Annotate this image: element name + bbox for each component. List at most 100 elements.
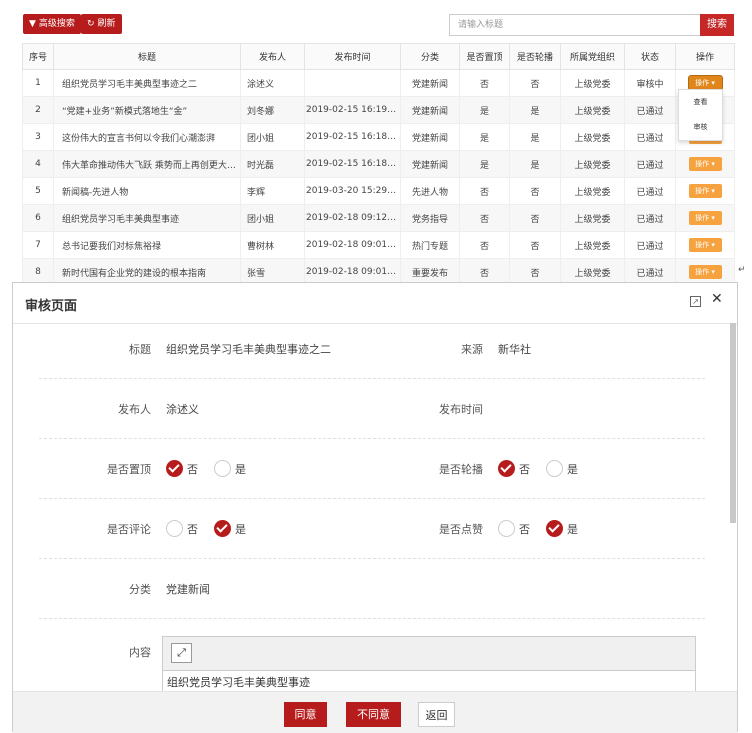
operation-button[interactable]: 操作 ▾ xyxy=(688,184,722,198)
carousel-yes-radio[interactable] xyxy=(546,460,563,477)
table-cell-org: 上级党委 xyxy=(560,231,625,259)
chevron-down-icon: ▾ xyxy=(709,214,715,222)
operation-button[interactable]: 操作 ▾ xyxy=(688,157,722,171)
table-cell-org: 上级党委 xyxy=(560,177,625,205)
search-button[interactable]: 搜索 xyxy=(700,14,734,36)
refresh-button[interactable]: ↻ 刷新 xyxy=(81,14,122,34)
publish-time-label: 发布时间 xyxy=(439,403,483,416)
table-cell-status: 审核中 xyxy=(624,69,676,97)
table-cell-publisher: 李辉 xyxy=(240,177,305,205)
agree-button[interactable]: 同意 xyxy=(284,702,327,727)
modal-footer: 同意 不同意 返回 xyxy=(13,691,737,733)
table-cell-top: 是 xyxy=(459,150,510,178)
like-label: 是否点赞 xyxy=(439,523,483,536)
table-row[interactable]: 3 这份伟大的宣言书何以令我们心潮澎湃 团小姐 2019-02-15 16:18:47… xyxy=(22,123,735,151)
table-cell-category: 党建新闻 xyxy=(400,123,460,151)
table-cell-time xyxy=(304,69,401,97)
menu-item-review[interactable]: 审核 xyxy=(679,115,722,140)
comment-no-radio[interactable] xyxy=(166,520,183,537)
table-cell-carousel: 是 xyxy=(509,123,561,151)
radio-label: 否 xyxy=(519,463,530,476)
menu-item-view[interactable]: 查看 xyxy=(679,90,722,115)
form-row-top-carousel: 是否置顶 否 是 是否轮播 否 是 xyxy=(39,438,705,499)
table-cell-publisher: 刘冬娜 xyxy=(240,96,305,124)
table-cell-carousel: 否 xyxy=(509,177,561,205)
top-yes-radio[interactable] xyxy=(214,460,231,477)
table-row[interactable]: 6 组织党员学习毛丰美典型事迹 团小姐 2019-02-18 09:12:07 党务指导… xyxy=(22,204,735,232)
column-header: 状态 xyxy=(624,43,676,70)
form-row-comment-like: 是否评论 否 是 是否点赞 否 是 xyxy=(39,498,705,559)
like-yes-radio[interactable] xyxy=(546,520,563,537)
table-cell-time: 2019-03-20 15:29:44 xyxy=(304,177,401,205)
comment-yes-radio[interactable] xyxy=(214,520,231,537)
search-input[interactable]: 请输入标题 xyxy=(449,14,701,36)
table-cell-carousel: 否 xyxy=(509,231,561,259)
table-cell-time: 2019-02-15 16:18:47 xyxy=(304,123,401,151)
table-cell-top: 否 xyxy=(459,69,510,97)
table-cell-carousel: 否 xyxy=(509,204,561,232)
operation-button[interactable]: 操作 ▾ xyxy=(688,265,722,279)
operation-button[interactable]: 操作 ▾ xyxy=(688,238,722,252)
like-no-radio[interactable] xyxy=(498,520,515,537)
table-cell-no: 3 xyxy=(22,123,54,151)
table-cell-top: 否 xyxy=(459,177,510,205)
advanced-search-button[interactable]: ▼ 高级搜索 xyxy=(23,14,81,34)
table-row[interactable]: 7 总书记要我们对标焦裕禄 曹树林 2019-02-18 09:01:13 热门专题否否… xyxy=(22,231,735,259)
table-cell-no: 6 xyxy=(22,204,54,232)
top-no-radio[interactable] xyxy=(166,460,183,477)
table-cell-carousel: 是 xyxy=(509,96,561,124)
operation-button[interactable]: 操作 ▾ xyxy=(687,75,723,91)
table-row[interactable]: 1 组织党员学习毛丰美典型事迹之二 涂述义 党建新闻否否上级党委 审核中 操作 ▾ xyxy=(22,69,735,97)
table-cell-op: 操作 ▾ xyxy=(675,204,735,232)
table-cell-top: 否 xyxy=(459,231,510,259)
table-cell-status: 已通过 xyxy=(624,123,676,151)
editor-content[interactable]: 组织党员学习毛丰美典型事迹 xyxy=(163,671,695,693)
table-cell-no: 1 xyxy=(22,69,54,97)
content-editor[interactable]: ⤢ 组织党员学习毛丰美典型事迹 xyxy=(162,636,696,696)
title-label: 标题 xyxy=(129,343,151,356)
table-cell-op: 操作 ▾ xyxy=(675,177,735,205)
table-cell-status: 已通过 xyxy=(624,177,676,205)
category-value: 党建新闻 xyxy=(166,583,210,596)
chevron-down-icon: ▾ xyxy=(709,79,715,87)
table-row[interactable]: 4 伟大革命推动伟大飞跃 乘势而上再创更大… 时光磊 2019-02-15 16:18… xyxy=(22,150,735,178)
review-modal: 审核页面 ↗ ✕ 标题 组织党员学习毛丰美典型事迹之二 来源 新华社 发布人 涂… xyxy=(12,282,738,733)
table-cell-org: 上级党委 xyxy=(560,96,625,124)
table-cell-org: 上级党委 xyxy=(560,123,625,151)
comment-label: 是否评论 xyxy=(107,523,151,536)
maximize-icon[interactable]: ↗ xyxy=(690,296,701,307)
form-row-category: 分类 党建新闻 xyxy=(39,558,705,619)
table-cell-publisher: 团小姐 xyxy=(240,204,305,232)
table-cell-top: 是 xyxy=(459,96,510,124)
list-panel: ▼ 高级搜索 ↻ 刷新 请输入标题 搜索 序号 标题 发布人 发布时间 分类 是否置… xyxy=(0,0,752,286)
top-label: 是否置顶 xyxy=(107,463,151,476)
table-cell-org: 上级党委 xyxy=(560,204,625,232)
table-cell-title: 总书记要我们对标焦裕禄 xyxy=(53,231,241,259)
table-row[interactable]: 2 “党建+业务”新模式落地生“金” 刘冬娜 2019-02-15 16:19:02 党… xyxy=(22,96,735,124)
return-mark: ↵ xyxy=(738,265,746,275)
operation-label: 操作 xyxy=(695,268,710,276)
scrollbar[interactable] xyxy=(730,323,736,523)
chevron-down-icon: ▾ xyxy=(709,160,715,168)
operation-label: 操作 xyxy=(695,160,710,168)
operation-button[interactable]: 操作 ▾ xyxy=(688,211,722,225)
expand-icon[interactable]: ⤢ xyxy=(171,643,192,663)
close-icon[interactable]: ✕ xyxy=(711,291,723,307)
disagree-button[interactable]: 不同意 xyxy=(346,702,401,727)
carousel-label: 是否轮播 xyxy=(439,463,483,476)
table-cell-category: 先进人物 xyxy=(400,177,460,205)
table-cell-op: 操作 ▾ xyxy=(675,231,735,259)
chevron-down-icon: ▾ xyxy=(709,241,715,249)
carousel-no-radio[interactable] xyxy=(498,460,515,477)
form-row-title: 标题 组织党员学习毛丰美典型事迹之二 来源 新华社 xyxy=(39,323,705,379)
back-button[interactable]: 返回 xyxy=(418,702,455,727)
table-cell-time: 2019-02-18 09:12:07 xyxy=(304,204,401,232)
table-cell-carousel: 是 xyxy=(509,150,561,178)
chevron-down-icon: ▾ xyxy=(709,187,715,195)
table-row[interactable]: 5 新闻稿-先进人物 李辉 2019-03-20 15:29:44 先进人物否否上级党委… xyxy=(22,177,735,205)
source-label: 来源 xyxy=(461,343,483,356)
column-header: 是否轮播 xyxy=(509,43,561,70)
operation-label: 操作 xyxy=(695,214,710,222)
column-header: 序号 xyxy=(22,43,54,70)
table-cell-category: 党建新闻 xyxy=(400,96,460,124)
